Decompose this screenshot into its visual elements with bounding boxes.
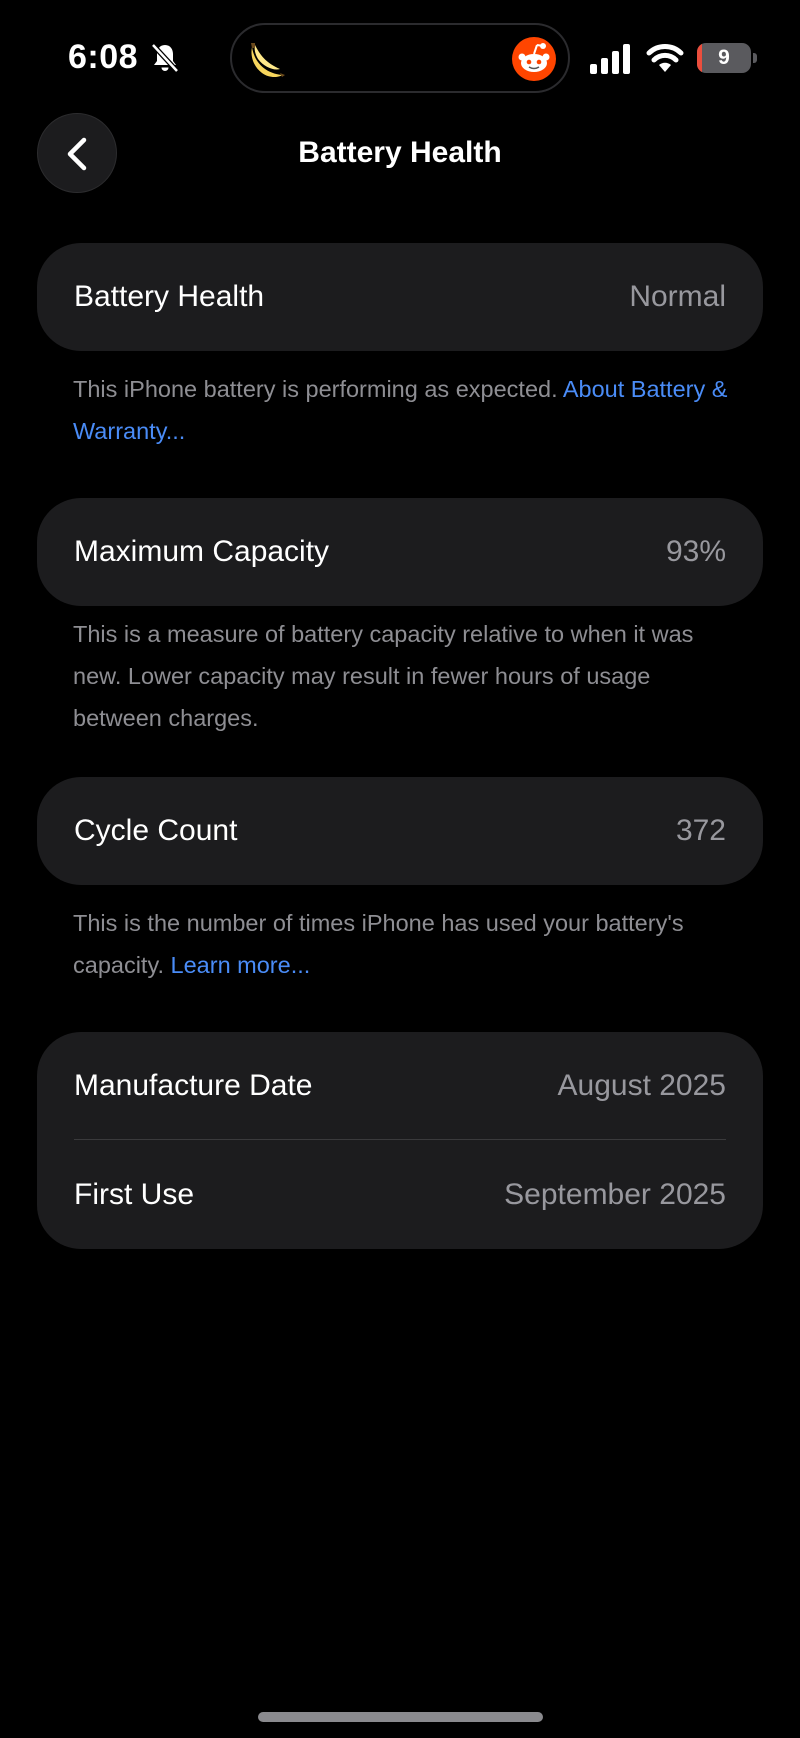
cycle-count-description: This is the number of times iPhone has u…	[73, 902, 733, 986]
wifi-icon	[646, 44, 684, 72]
dates-card: Manufacture Date August 2025 First Use S…	[37, 1032, 763, 1249]
manufacture-date-row: Manufacture Date August 2025	[74, 1032, 726, 1140]
cycle-count-card: Cycle Count 372	[37, 777, 763, 885]
battery-health-description: This iPhone battery is performing as exp…	[73, 368, 733, 452]
battery-body: 9	[697, 43, 751, 73]
cycle-count-row: Cycle Count 372	[74, 777, 726, 885]
page-title: Battery Health	[298, 136, 502, 169]
battery-level: 9	[718, 46, 730, 69]
manufacture-date-value: August 2025	[557, 1069, 726, 1102]
dynamic-island[interactable]	[230, 23, 570, 93]
first-use-label: First Use	[74, 1178, 194, 1211]
learn-more-link[interactable]: Learn more...	[171, 952, 311, 978]
reddit-icon	[512, 37, 556, 81]
dates-divider	[74, 1139, 726, 1140]
maximum-capacity-label: Maximum Capacity	[74, 535, 330, 568]
manufacture-date-label: Manufacture Date	[74, 1069, 313, 1102]
battery-health-description-text: This iPhone battery is performing as exp…	[73, 376, 563, 402]
cellular-signal-icon	[590, 44, 630, 74]
first-use-value: September 2025	[504, 1178, 726, 1211]
battery-health-value: Normal	[629, 280, 726, 313]
banana-icon	[251, 43, 285, 77]
status-time: 6:08	[68, 38, 139, 76]
maximum-capacity-card: Maximum Capacity 93%	[37, 498, 763, 606]
battery-health-row: Battery Health Normal	[74, 243, 726, 351]
battery-health-label: Battery Health	[74, 280, 265, 313]
maximum-capacity-description: This is a measure of battery capacity re…	[73, 621, 694, 731]
battery-icon: 9	[697, 43, 757, 73]
first-use-row: First Use September 2025	[74, 1141, 726, 1249]
home-indicator[interactable]	[258, 1712, 543, 1722]
maximum-capacity-row: Maximum Capacity 93%	[74, 498, 726, 606]
bell-slash-icon	[151, 43, 179, 73]
maximum-capacity-value: 93%	[665, 535, 726, 568]
cycle-count-value: 372	[675, 814, 726, 847]
battery-health-card: Battery Health Normal	[37, 243, 763, 351]
cycle-count-description-text: This is the number of times iPhone has u…	[73, 910, 684, 978]
cycle-count-label: Cycle Count	[74, 814, 238, 847]
battery-tip	[753, 53, 757, 63]
